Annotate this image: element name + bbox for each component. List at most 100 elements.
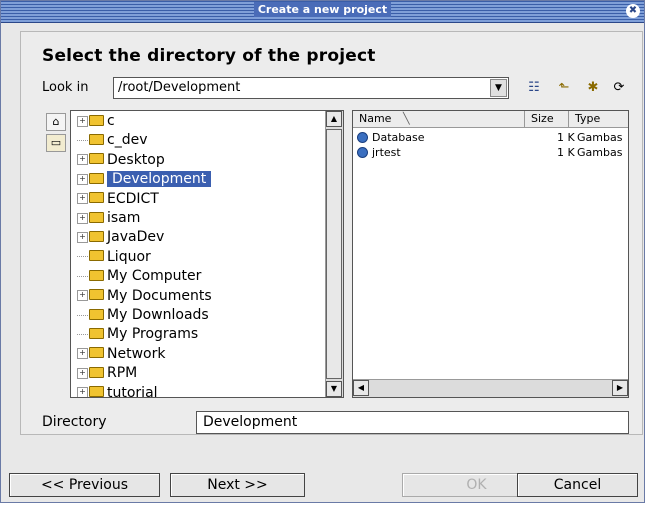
folder-icon	[89, 192, 104, 204]
gambas-project-icon	[357, 132, 368, 143]
tree-item[interactable]: + My Documents	[77, 287, 212, 306]
tree-item[interactable]: + Development	[77, 170, 212, 189]
expand-icon[interactable]: +	[77, 212, 88, 224]
title-bar[interactable]: Create a new project ✖	[1, 1, 644, 23]
tree-scrollbar[interactable]: ▲ ▼	[325, 111, 343, 397]
expand-icon[interactable]: +	[77, 231, 88, 243]
next-button[interactable]: Next >>	[170, 473, 305, 497]
expand-icon[interactable]: +	[77, 367, 88, 379]
tree-item-label: RPM	[107, 365, 138, 382]
cancel-button[interactable]: Cancel	[517, 473, 638, 497]
tree-item-label: tutorial	[107, 384, 158, 398]
expand-icon[interactable]: +	[77, 115, 88, 127]
scroll-up-icon[interactable]: ▲	[326, 111, 342, 127]
tree-item-label: isam	[107, 210, 141, 226]
folder-icon	[89, 133, 104, 145]
column-header-type[interactable]: Type	[569, 111, 628, 128]
new-folder-icon[interactable]: ✱	[584, 80, 602, 96]
sort-icon: ╲	[402, 112, 410, 125]
directory-field[interactable]: Development	[196, 411, 629, 434]
tree-item-label: c_dev	[107, 132, 148, 149]
expand-icon[interactable]: +	[77, 387, 88, 397]
next-button-label: Next >>	[207, 477, 268, 493]
tree-item-label: My Downloads	[107, 307, 209, 323]
tree-item-label: Liquor	[107, 248, 151, 265]
file-row[interactable]: Database 1 K Gambas	[353, 130, 628, 145]
file-list[interactable]: Name ╲ Size Type Database 1 K Gambas jrtest…	[352, 110, 629, 398]
expand-icon[interactable]: +	[77, 348, 88, 360]
tree-item[interactable]: c_dev	[77, 131, 147, 150]
folder-icon	[89, 172, 104, 184]
tree-item[interactable]: + isam	[77, 209, 140, 228]
window-title: Create a new project	[253, 2, 392, 17]
tree-connector	[77, 256, 88, 258]
tree-connector	[77, 275, 88, 277]
file-type: Gambas	[577, 146, 623, 159]
file-size: 1 K	[557, 146, 575, 159]
scroll-right-icon[interactable]: ▶	[612, 380, 628, 396]
tree-connector	[77, 139, 88, 141]
detail-view-icon[interactable]: ☷	[525, 80, 543, 96]
tree-item[interactable]: + ECDICT	[77, 190, 159, 209]
gambas-project-icon	[357, 147, 368, 158]
folder-icon	[89, 386, 104, 397]
folder-icon	[89, 289, 104, 301]
file-row[interactable]: jrtest 1 K Gambas	[353, 145, 628, 160]
chevron-down-icon[interactable]: ▼	[490, 79, 507, 97]
file-name: jrtest	[372, 146, 401, 159]
folder-icon	[89, 230, 104, 242]
parent-folder-icon[interactable]: ⬑	[555, 80, 573, 96]
look-in-combo[interactable]: /root/Development ▼	[113, 77, 509, 99]
scroll-left-icon[interactable]: ◀	[353, 380, 369, 396]
folder-icon	[89, 250, 104, 262]
file-size: 1 K	[557, 131, 575, 144]
page-title: Select the directory of the project	[42, 46, 376, 66]
folder-icon	[89, 211, 104, 223]
scroll-down-icon[interactable]: ▼	[326, 381, 342, 397]
tree-item-label: c	[107, 113, 115, 129]
tree-item[interactable]: My Computer	[77, 267, 201, 286]
folder-icon	[89, 114, 104, 126]
tree-item-label: My Computer	[107, 268, 202, 285]
expand-icon[interactable]: +	[77, 290, 88, 302]
tree-item-label: JavaDev	[107, 229, 165, 246]
tree-item[interactable]: + JavaDev	[77, 228, 164, 247]
tree-item[interactable]: My Downloads	[77, 306, 209, 325]
folder-icon	[89, 366, 104, 378]
tree-item-label: Desktop	[107, 151, 165, 168]
refresh-icon[interactable]: ⟳	[610, 80, 628, 96]
tree-item-label: ECDICT	[107, 190, 159, 207]
home-icon[interactable]: ⌂	[46, 113, 66, 131]
tree-connector	[77, 314, 88, 316]
expand-icon[interactable]: +	[77, 193, 88, 205]
tree-item[interactable]: + c	[77, 112, 115, 131]
tree-item[interactable]: + tutorial	[77, 384, 158, 398]
previous-button-label: << Previous	[40, 477, 129, 493]
column-header-size[interactable]: Size	[525, 111, 569, 128]
column-header-name[interactable]: Name ╲	[353, 111, 525, 128]
tree-item[interactable]: + RPM	[77, 364, 137, 383]
scroll-thumb[interactable]	[326, 129, 342, 379]
folder-tree[interactable]: + c c_dev + Desktop + Development + ECDICT + isam +…	[70, 110, 344, 398]
tree-item[interactable]: Liquor	[77, 248, 151, 267]
close-icon[interactable]: ✖	[626, 4, 640, 18]
tree-item-label: Development	[107, 171, 212, 188]
expand-icon[interactable]: +	[77, 154, 88, 166]
tree-item[interactable]: + Network	[77, 345, 165, 364]
folder-icon	[89, 153, 104, 165]
tree-item[interactable]: My Programs	[77, 325, 198, 344]
directory-label: Directory	[42, 414, 107, 430]
file-hscrollbar[interactable]: ◀ ▶	[353, 379, 628, 397]
ok-button-label: OK	[466, 477, 487, 493]
folder-icon	[89, 269, 104, 281]
folder-icon[interactable]: ▭	[46, 134, 66, 152]
tree-item[interactable]: + Desktop	[77, 151, 165, 170]
cancel-button-label: Cancel	[553, 477, 602, 493]
column-name-label: Name	[359, 112, 392, 125]
look-in-path: /root/Development	[118, 80, 241, 95]
expand-icon[interactable]: +	[77, 173, 88, 185]
previous-button[interactable]: << Previous	[9, 473, 160, 497]
folder-icon	[89, 347, 104, 359]
tree-item-label: My Programs	[107, 326, 199, 343]
look-in-label: Look in	[42, 80, 89, 95]
